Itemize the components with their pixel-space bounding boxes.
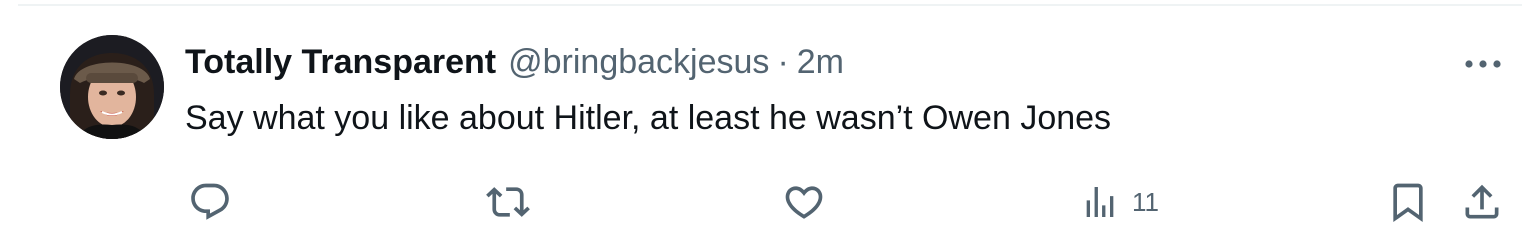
views-count: 11 <box>1132 186 1159 217</box>
bookmark-button[interactable] <box>1386 180 1430 224</box>
reply-icon <box>188 180 232 224</box>
views-icon <box>1080 180 1120 224</box>
timestamp[interactable]: 2m <box>797 43 844 82</box>
reply-button[interactable] <box>188 180 232 224</box>
retweet-icon <box>486 180 530 224</box>
bookmark-icon <box>1386 180 1430 224</box>
tweet-text: Say what you like about Hitler, at least… <box>185 99 1112 137</box>
retweet-button[interactable] <box>486 180 530 224</box>
share-button[interactable] <box>1460 180 1504 224</box>
share-icon <box>1460 180 1504 224</box>
avatar[interactable] <box>60 35 164 139</box>
separator-dot: · <box>777 42 789 81</box>
user-handle[interactable]: @bringbackjesus <box>508 43 769 82</box>
views-button[interactable]: 11 <box>1080 180 1159 224</box>
like-button[interactable] <box>782 180 826 224</box>
tweet[interactable]: Totally Transparent @bringbackjesus · 2m… <box>0 0 1540 240</box>
more-icon[interactable] <box>1458 44 1508 84</box>
heart-icon <box>782 180 826 224</box>
tweet-header: Totally Transparent @bringbackjesus · 2m <box>185 40 844 84</box>
display-name[interactable]: Totally Transparent <box>185 43 496 82</box>
